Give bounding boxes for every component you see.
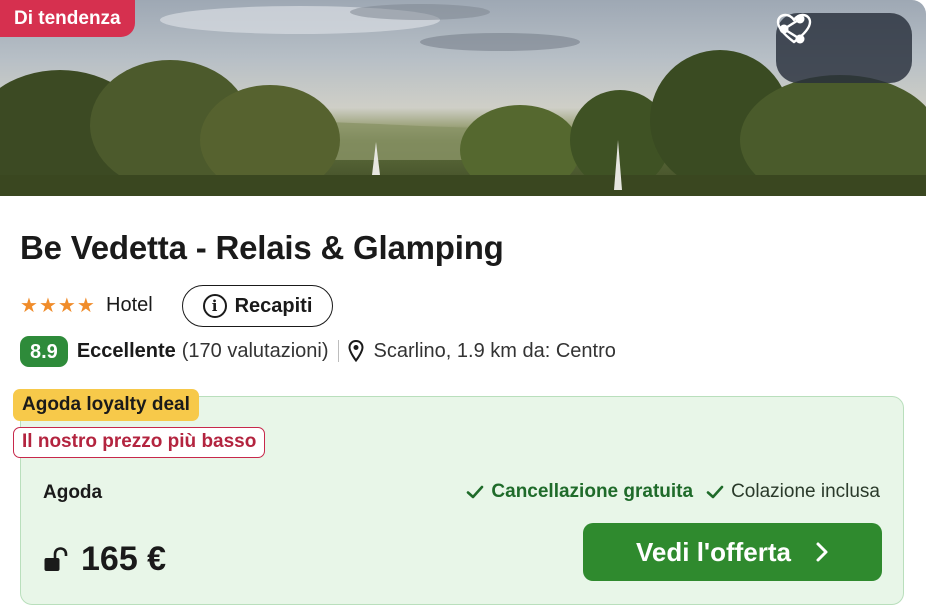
heart-icon[interactable] xyxy=(776,13,894,69)
contacts-label: Recapiti xyxy=(234,294,313,317)
price: 165 € xyxy=(81,540,167,578)
perk-label: Colazione inclusa xyxy=(731,481,880,502)
accommodation-type: Hotel xyxy=(106,294,153,316)
view-offer-button[interactable]: Vedi l'offerta xyxy=(583,523,882,581)
hero-actions xyxy=(776,13,912,83)
lowest-price-badge: Il nostro prezzo più basso xyxy=(13,427,266,458)
unlock-icon xyxy=(44,546,68,571)
hotel-photo[interactable]: Di tendenza xyxy=(0,0,926,196)
divider xyxy=(337,340,339,362)
breakfast-included: Colazione inclusa xyxy=(706,481,880,503)
score-badge: 8.9 xyxy=(20,335,68,367)
location-pin-icon xyxy=(348,340,364,362)
star-icon: ★ xyxy=(57,295,76,317)
deal-perks: Cancellazione gratuita Colazione inclusa xyxy=(466,481,880,503)
chevron-right-icon xyxy=(816,542,828,562)
rating-label: Eccellente xyxy=(76,339,176,362)
check-icon xyxy=(706,485,724,499)
provider-name: Agoda xyxy=(43,482,103,503)
location-text[interactable]: Scarlino, 1.9 km da: Centro xyxy=(374,340,616,363)
hotel-name[interactable]: Be Vedetta - Relais & Glamping xyxy=(20,229,504,267)
star-icon: ★ xyxy=(76,295,95,317)
contacts-button[interactable]: i Recapiti xyxy=(182,285,333,327)
price-block: 165 € xyxy=(43,540,166,579)
star-rating: ★ ★ ★ ★ xyxy=(20,295,95,317)
rating-row: 8.9 Eccellente (170 valutazioni) Scarlin… xyxy=(20,335,616,367)
info-icon: i xyxy=(202,294,227,318)
check-icon xyxy=(467,485,484,499)
loyalty-deal-badge: Agoda loyalty deal xyxy=(13,389,199,421)
hotel-card[interactable]: Di tendenza Be Vedetta - Relais & Glampi… xyxy=(0,0,926,616)
perk-label: Cancellazione gratuita xyxy=(491,481,694,502)
view-offer-label: Vedi l'offerta xyxy=(636,536,791,567)
review-count[interactable]: (170 valutazioni) xyxy=(182,340,329,363)
star-icon: ★ xyxy=(20,295,38,317)
trending-badge: Di tendenza xyxy=(0,0,135,37)
star-icon: ★ xyxy=(38,295,57,317)
free-cancellation: Cancellazione gratuita xyxy=(466,481,693,503)
